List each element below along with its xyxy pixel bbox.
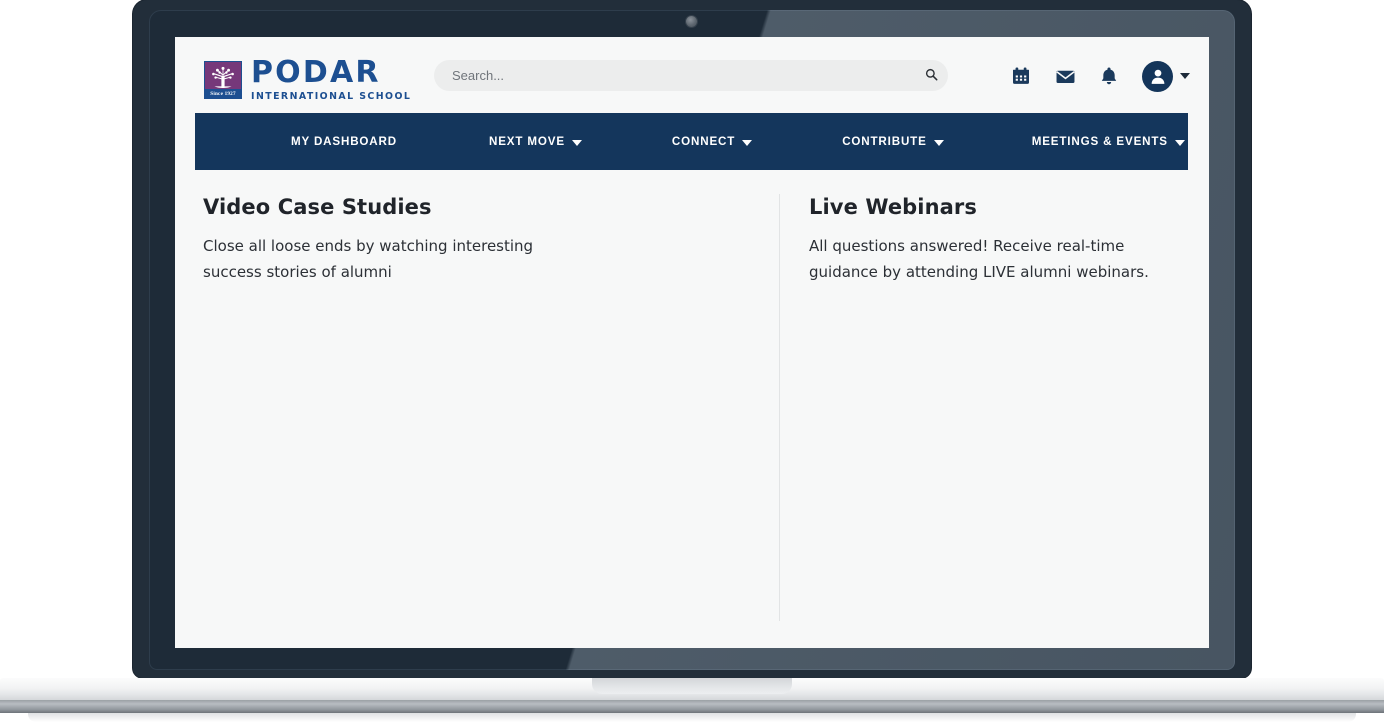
logo-text: PODAR INTERNATIONAL SCHOOL bbox=[251, 58, 411, 102]
nav-label: MY DASHBOARD bbox=[291, 135, 397, 148]
content-divider bbox=[779, 194, 780, 621]
calendar-icon[interactable] bbox=[1010, 65, 1032, 87]
main-navigation: MY DASHBOARD NEXT MOVE CONNECT CONTRIBUT… bbox=[195, 113, 1188, 170]
nav-label: MEETINGS & EVENTS bbox=[1032, 135, 1168, 148]
user-menu[interactable] bbox=[1142, 61, 1190, 92]
nav-item-meetings-events[interactable]: MEETINGS & EVENTS bbox=[1032, 135, 1185, 148]
header-icon-group bbox=[1010, 57, 1190, 95]
section-video-case-studies: Video Case Studies Close all loose ends … bbox=[203, 195, 763, 286]
brand-logo[interactable]: Since 1927 PODAR INTERNATIONAL SCHOOL bbox=[204, 58, 411, 102]
section-description: All questions answered! Receive real-tim… bbox=[809, 234, 1189, 286]
search-icon bbox=[925, 68, 938, 84]
nav-label: CONNECT bbox=[672, 135, 735, 148]
logo-subtitle: INTERNATIONAL SCHOOL bbox=[251, 91, 411, 102]
bell-icon[interactable] bbox=[1098, 65, 1120, 87]
envelope-icon[interactable] bbox=[1054, 65, 1076, 87]
webcam-icon bbox=[686, 16, 697, 27]
laptop-base-edge bbox=[0, 700, 1384, 713]
nav-item-connect[interactable]: CONNECT bbox=[672, 135, 752, 148]
screen-viewport: Since 1927 PODAR INTERNATIONAL SCHOOL bbox=[175, 37, 1209, 648]
section-title: Video Case Studies bbox=[203, 195, 763, 220]
laptop-mockup: Since 1927 PODAR INTERNATIONAL SCHOOL bbox=[0, 0, 1384, 722]
search-bar[interactable] bbox=[434, 60, 948, 91]
section-title: Live Webinars bbox=[809, 195, 1189, 220]
search-input[interactable] bbox=[434, 68, 914, 83]
nav-item-contribute[interactable]: CONTRIBUTE bbox=[842, 135, 944, 148]
logo-since-label: Since 1927 bbox=[205, 89, 241, 98]
nav-item-my-dashboard[interactable]: MY DASHBOARD bbox=[291, 135, 397, 148]
laptop-base-notch bbox=[592, 678, 792, 694]
section-description: Close all loose ends by watching interes… bbox=[203, 234, 573, 286]
chevron-down-icon bbox=[1175, 140, 1185, 146]
main-content: Video Case Studies Close all loose ends … bbox=[175, 170, 1209, 648]
search-button[interactable] bbox=[914, 60, 948, 91]
nav-label: CONTRIBUTE bbox=[842, 135, 927, 148]
logo-tree-icon: Since 1927 bbox=[204, 61, 242, 99]
chevron-down-icon bbox=[572, 140, 582, 146]
nav-item-next-move[interactable]: NEXT MOVE bbox=[489, 135, 582, 148]
chevron-down-icon[interactable] bbox=[1180, 73, 1190, 79]
logo-name: PODAR bbox=[251, 58, 411, 88]
site-header: Since 1927 PODAR INTERNATIONAL SCHOOL bbox=[175, 37, 1209, 113]
chevron-down-icon bbox=[742, 140, 752, 146]
avatar[interactable] bbox=[1142, 61, 1173, 92]
laptop-base-shadow bbox=[28, 713, 1356, 722]
chevron-down-icon bbox=[934, 140, 944, 146]
nav-label: NEXT MOVE bbox=[489, 135, 565, 148]
section-live-webinars: Live Webinars All questions answered! Re… bbox=[809, 195, 1189, 286]
